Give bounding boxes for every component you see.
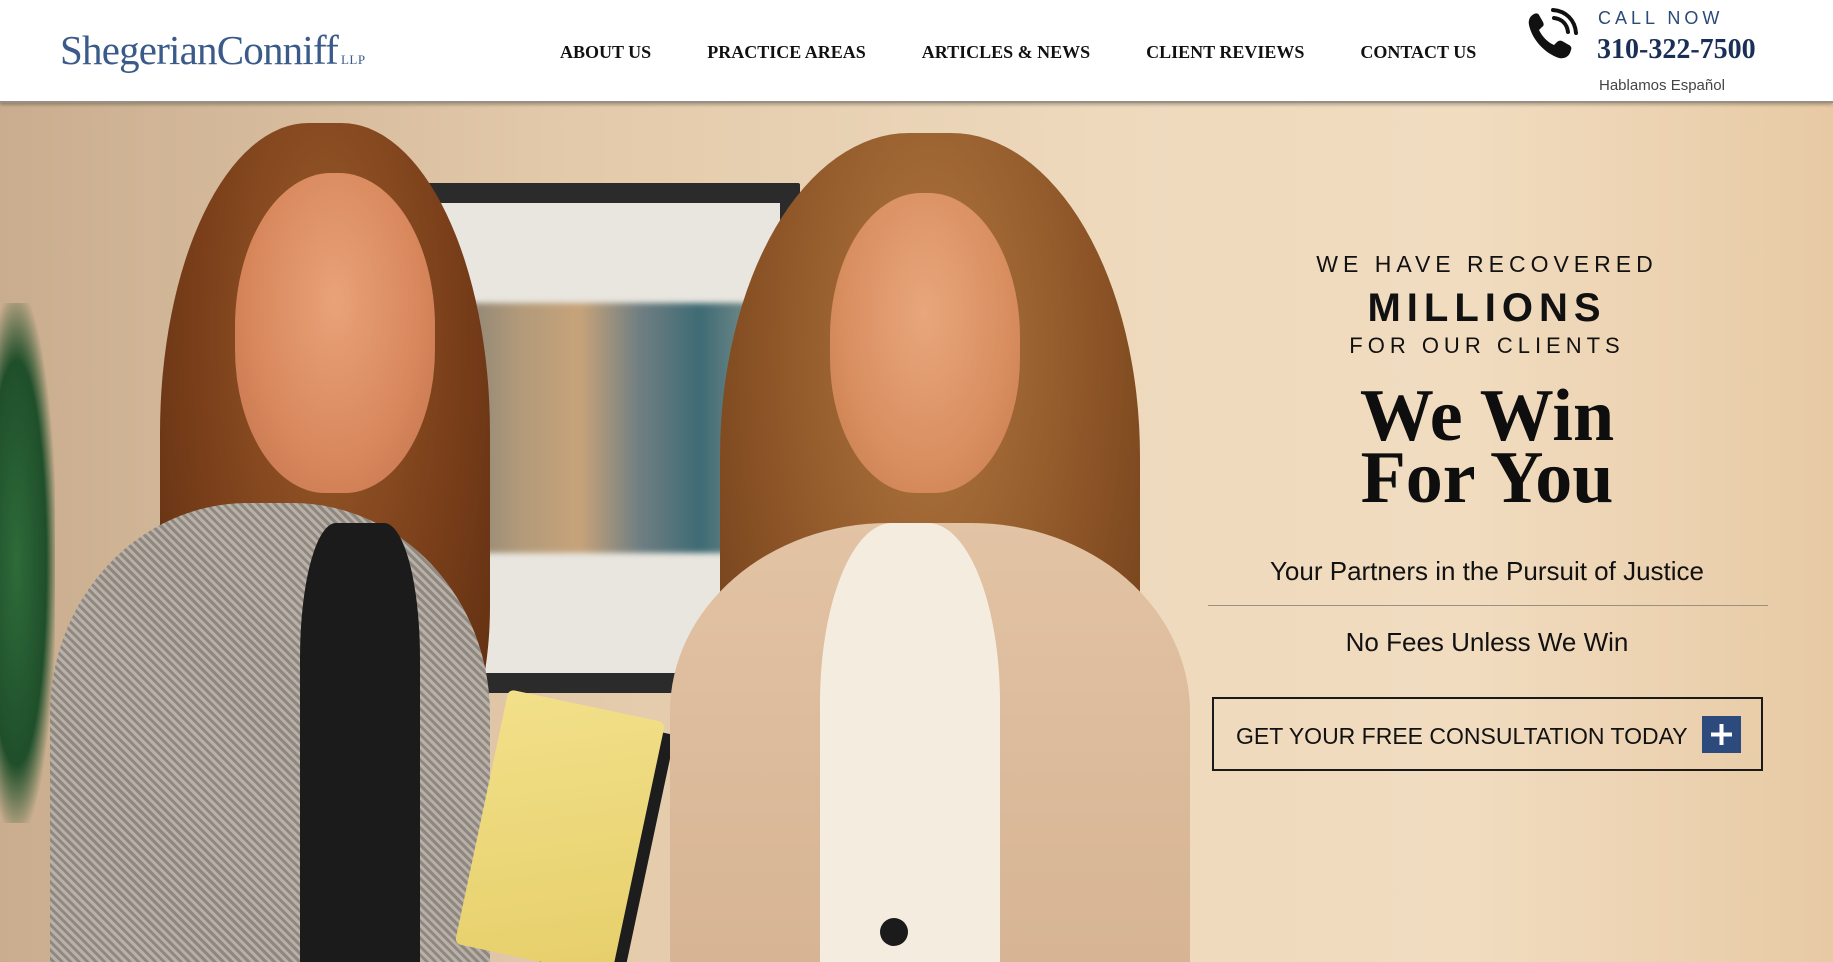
recovered-line-2: MILLIONS <box>1367 286 1607 330</box>
attorney-left-jacket <box>50 503 490 962</box>
headline-line-2: For You <box>1360 437 1614 519</box>
recovered-line-1: WE HAVE RECOVERED <box>1316 251 1658 277</box>
nav-practice-areas[interactable]: PRACTICE AREAS <box>707 40 866 64</box>
main-nav: ABOUT US PRACTICE AREAS ARTICLES & NEWS … <box>560 40 1476 64</box>
hero-section <box>0 103 1833 962</box>
call-now-label: CALL NOW <box>1598 8 1724 28</box>
logo-suffix: LLP <box>340 52 366 67</box>
hero-divider <box>1208 605 1768 606</box>
no-fees-text: No Fees Unless We Win <box>1345 627 1629 657</box>
nav-articles-news[interactable]: ARTICLES & NEWS <box>922 40 1090 64</box>
attorney-left-face <box>235 173 435 493</box>
plus-icon <box>1702 716 1741 753</box>
nav-about-us[interactable]: ABOUT US <box>560 40 651 64</box>
phone-icon[interactable] <box>1520 6 1580 66</box>
phone-number-link[interactable]: 310-322-7500 <box>1597 33 1756 67</box>
site-logo[interactable]: ShegerianConniff LLP <box>60 22 366 78</box>
free-consultation-button[interactable]: GET YOUR FREE CONSULTATION TODAY <box>1212 697 1763 771</box>
site-header: ShegerianConniff LLP ABOUT US PRACTICE AR… <box>0 0 1833 103</box>
attorney-right-face <box>830 193 1020 493</box>
recovered-line-3: FOR OUR CLIENTS <box>1349 333 1625 358</box>
cta-label: GET YOUR FREE CONSULTATION TODAY <box>1236 723 1688 749</box>
hero-headline: We Win For You <box>1207 379 1767 515</box>
plant <box>0 303 55 823</box>
hero-tagline: Your Partners in the Pursuit of Justice <box>1269 556 1705 586</box>
nav-client-reviews[interactable]: CLIENT REVIEWS <box>1146 40 1304 64</box>
logo-name: ShegerianConniff <box>60 27 339 73</box>
nav-contact-us[interactable]: CONTACT US <box>1360 40 1476 64</box>
language-note: Hablamos Español <box>1599 77 1725 94</box>
